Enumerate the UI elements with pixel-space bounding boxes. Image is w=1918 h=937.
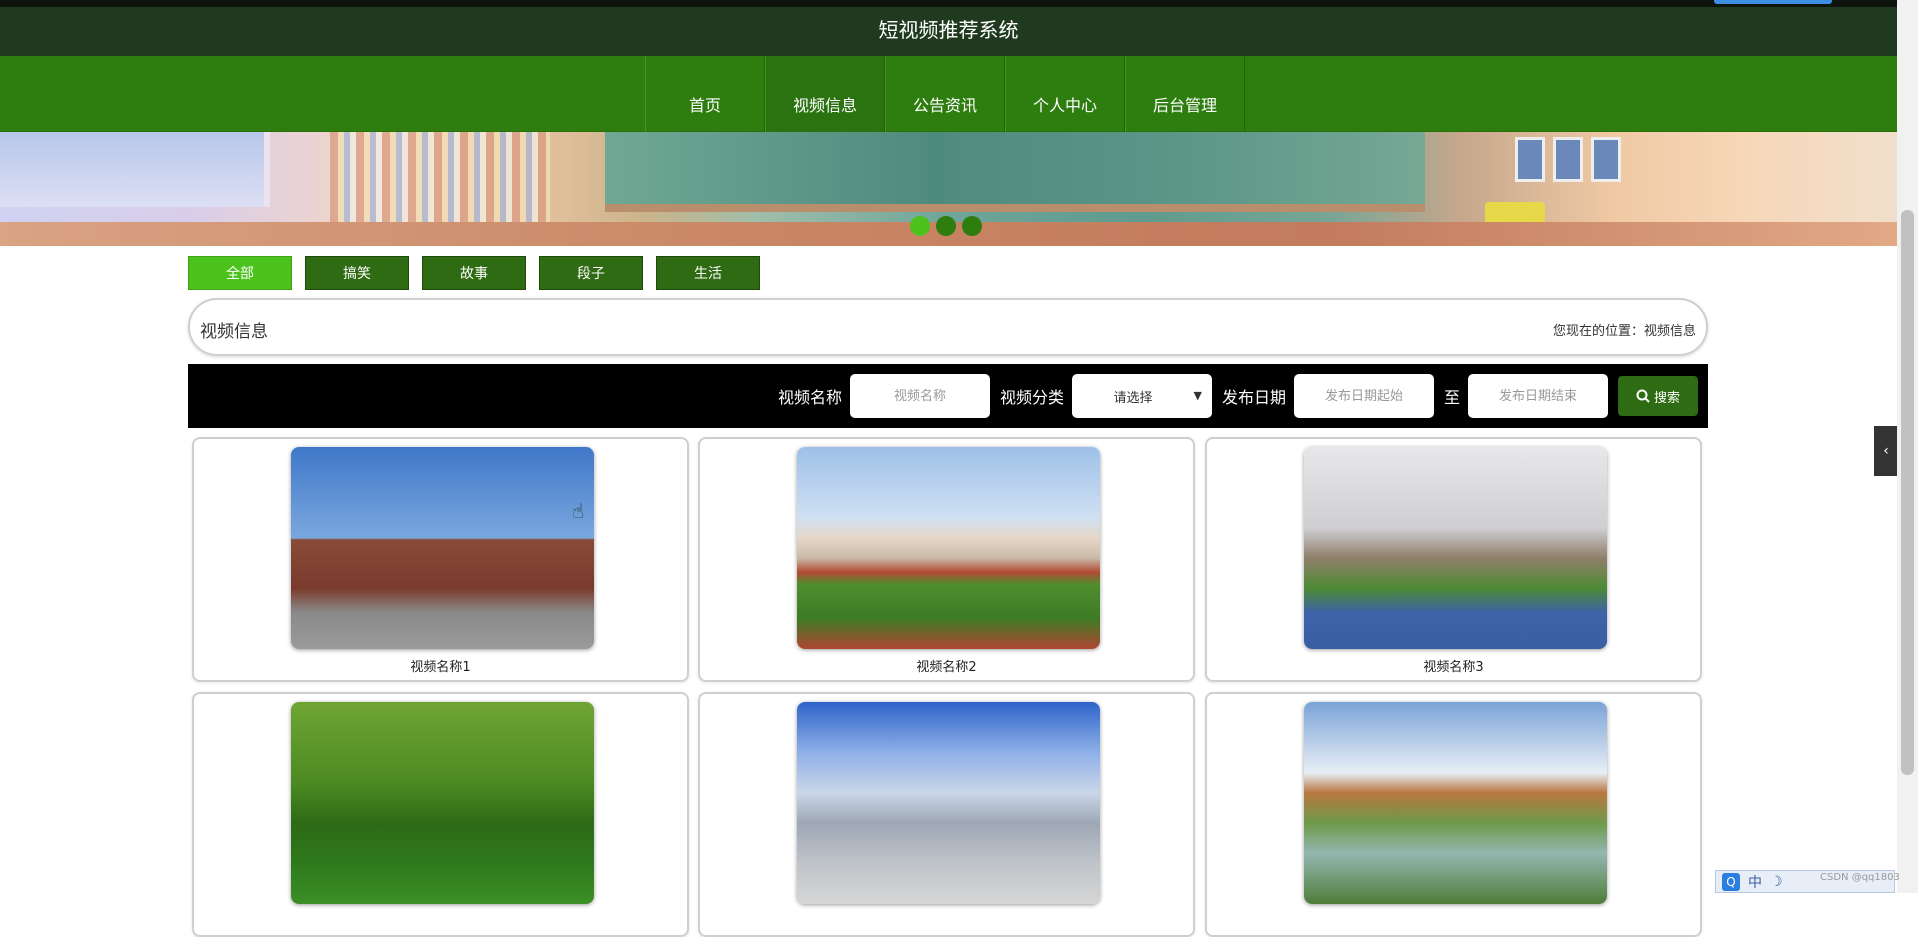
search-bar: 视频名称 视频分类 请选择 ▼ 发布日期 至 搜索	[188, 364, 1708, 428]
moon-icon[interactable]: ☽	[1770, 874, 1783, 890]
breadcrumb-current[interactable]: 视频信息	[1644, 320, 1696, 339]
search-button[interactable]: 搜索	[1618, 376, 1698, 416]
category-label: 视频分类	[999, 388, 1064, 407]
date-label: 发布日期	[1221, 388, 1286, 407]
filter-all-button[interactable]: 全部	[188, 256, 292, 290]
date-separator: 至	[1443, 388, 1460, 407]
banner-poster	[1553, 137, 1583, 182]
nav-item-admin[interactable]: 后台管理	[1125, 56, 1245, 132]
filter-jokes-button[interactable]: 段子	[539, 256, 643, 290]
name-label: 视频名称	[777, 388, 842, 407]
browser-tab-indicator	[1714, 0, 1832, 4]
nav-item-news[interactable]: 公告资讯	[885, 56, 1005, 132]
video-thumbnail[interactable]	[797, 447, 1100, 649]
ime-mode-label[interactable]: 中	[1748, 872, 1762, 892]
filter-funny-button[interactable]: 搞笑	[305, 256, 409, 290]
breadcrumb: 您现在的位置： 视频信息	[1553, 320, 1696, 339]
video-thumbnail[interactable]	[291, 447, 594, 649]
top-header: 短视频推荐系统	[0, 0, 1897, 56]
video-title[interactable]: 视频名称2	[700, 656, 1193, 675]
chevron-left-icon: ‹	[1883, 443, 1889, 459]
video-thumbnail[interactable]	[1304, 702, 1607, 904]
nav-item-home[interactable]: 首页	[645, 56, 765, 132]
ime-logo-icon: Q	[1722, 872, 1740, 891]
video-thumbnail[interactable]	[797, 702, 1100, 904]
search-button-label: 搜索	[1653, 390, 1680, 406]
video-thumbnail[interactable]	[291, 702, 594, 904]
video-card[interactable]: 视频名称3	[1205, 437, 1702, 682]
video-card[interactable]	[1205, 692, 1702, 937]
side-panel-toggle[interactable]: ‹	[1874, 426, 1898, 476]
carousel-dots	[910, 216, 982, 236]
video-card[interactable]	[192, 692, 689, 937]
watermark: CSDN @qq1803	[1820, 872, 1900, 883]
search-icon	[1636, 389, 1650, 403]
nav-item-profile[interactable]: 个人中心	[1005, 56, 1125, 132]
banner-window	[0, 132, 270, 207]
video-title[interactable]: 视频名称1	[194, 656, 687, 675]
banner-blackboard	[605, 132, 1425, 212]
page-title: 视频信息	[200, 322, 268, 342]
date-start-input[interactable]	[1293, 374, 1434, 418]
banner-poster	[1515, 137, 1545, 182]
page-scrollbar[interactable]	[1897, 0, 1918, 893]
video-name-input[interactable]	[849, 374, 990, 418]
video-card[interactable]	[698, 692, 1195, 937]
hand-cursor-icon: ☝	[572, 499, 585, 523]
category-select-value: 请选择	[1113, 390, 1153, 406]
scrollbar-thumb[interactable]	[1901, 210, 1914, 775]
video-card[interactable]: 视频名称1	[192, 437, 689, 682]
category-select[interactable]: 请选择 ▼	[1071, 374, 1212, 418]
chevron-down-icon: ▼	[1193, 389, 1202, 402]
category-filters: 全部 搞笑 故事 段子 生活	[188, 256, 760, 290]
section-header: 视频信息 您现在的位置： 视频信息	[188, 298, 1708, 356]
carousel-dot[interactable]	[962, 216, 982, 236]
breadcrumb-prefix: 您现在的位置：	[1552, 324, 1644, 339]
banner-poster	[1591, 137, 1621, 182]
filter-life-button[interactable]: 生活	[656, 256, 760, 290]
nav-item-videos[interactable]: 视频信息	[765, 56, 885, 132]
site-title: 短视频推荐系统	[878, 18, 1019, 42]
carousel-dot[interactable]	[910, 216, 930, 236]
filter-story-button[interactable]: 故事	[422, 256, 526, 290]
main-nav: 首页 视频信息 公告资讯 个人中心 后台管理	[0, 56, 1897, 132]
video-card[interactable]: 视频名称2	[698, 437, 1195, 682]
video-title[interactable]: 视频名称3	[1207, 656, 1700, 675]
carousel-dot[interactable]	[936, 216, 956, 236]
video-thumbnail[interactable]	[1304, 447, 1607, 649]
date-end-input[interactable]	[1468, 374, 1608, 418]
